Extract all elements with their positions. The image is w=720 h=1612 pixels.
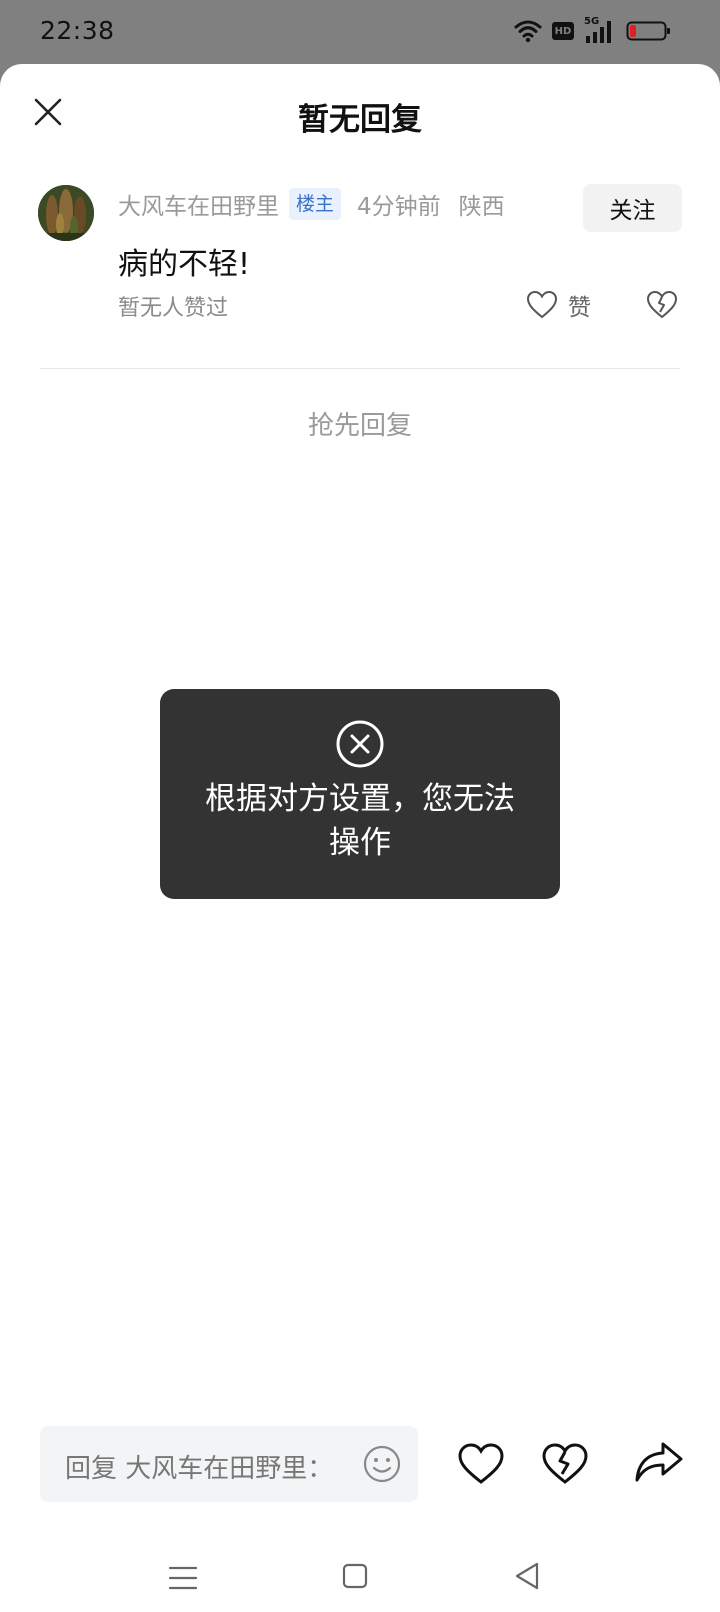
first-reply-link[interactable]: 抢先回复: [0, 405, 720, 442]
emoji-icon[interactable]: [362, 1444, 402, 1484]
toast-text: 根据对方设置，您无法操作: [205, 781, 515, 861]
menu-icon[interactable]: [167, 1564, 199, 1592]
wifi-icon: [514, 20, 542, 43]
likes-summary: 暂无人赞过: [118, 296, 229, 321]
system-nav-bar: [0, 1540, 720, 1612]
op-badge: 楼主: [289, 188, 342, 220]
comment-location: 陕西: [458, 194, 505, 220]
comment-meta: 大风车在田野里 楼主 4分钟前 陕西: [118, 186, 505, 222]
toast-message: 根据对方设置，您无法操作: [160, 689, 560, 899]
reply-placeholder: 回复 大风车在田野里：: [65, 1454, 334, 1484]
broken-heart-icon: [646, 290, 678, 319]
status-time: 22:38: [40, 16, 115, 45]
like-button[interactable]: 赞: [526, 286, 591, 324]
signal-bars: [586, 21, 611, 43]
reply-input[interactable]: 回复 大风车在田野里：: [40, 1426, 418, 1502]
dislike-heart-icon[interactable]: [541, 1442, 589, 1486]
signal-5g-icon: 5G: [584, 16, 616, 44]
dislike-button[interactable]: [645, 289, 679, 323]
share-icon[interactable]: [634, 1440, 684, 1484]
page-title: 暂无回复: [298, 102, 422, 138]
back-triangle-icon[interactable]: [513, 1560, 541, 1592]
hd-icon: HD: [552, 22, 574, 40]
follow-button[interactable]: 关注: [583, 184, 682, 232]
status-bar: 22:38 HD 5G: [0, 0, 720, 64]
comment-time: 4分钟前: [357, 194, 441, 220]
battery-low-icon: [626, 21, 670, 41]
close-circle-icon: [336, 720, 384, 768]
like-label: 赞: [568, 295, 591, 321]
author-name[interactable]: 大风车在田野里: [118, 187, 279, 221]
divider: [40, 368, 680, 369]
comment-text: 病的不轻!: [118, 247, 251, 282]
hd-label: HD: [554, 25, 572, 37]
status-icons: HD 5G: [514, 16, 672, 46]
heart-icon: [526, 290, 558, 319]
avatar[interactable]: [38, 185, 94, 241]
like-heart-icon[interactable]: [457, 1442, 505, 1486]
comment-sheet: 暂无回复 大风车在田野里 楼主 4分钟前 陕西 关注 病的不轻! 暂无人赞过 赞: [0, 64, 720, 1612]
home-square-icon[interactable]: [341, 1562, 369, 1590]
avatar-image: [38, 185, 94, 241]
